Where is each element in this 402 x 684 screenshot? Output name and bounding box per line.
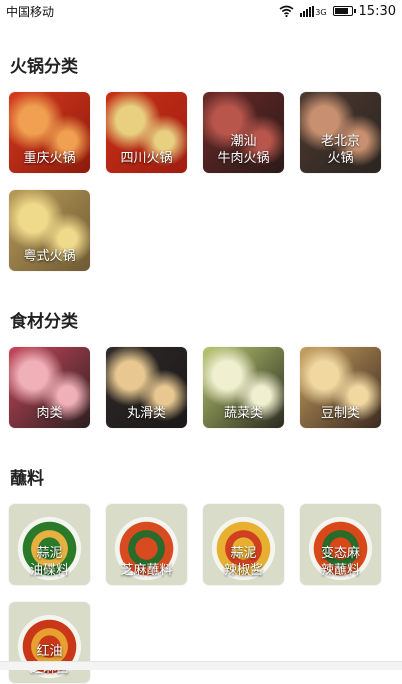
hotpot-label: 潮汕 牛肉火锅: [217, 134, 270, 166]
hotpot-grid: 重庆火锅 四川火锅 潮汕 牛肉火锅 老北京 火锅粤式火锅: [9, 92, 389, 272]
section-title-sauce: 蘸料: [10, 469, 44, 489]
sauce-tile[interactable]: 蒜泥 辣椒酱: [203, 504, 284, 585]
ingredient-tile[interactable]: 丸滑类: [106, 347, 187, 428]
hotpot-tile[interactable]: 潮汕 牛肉火锅: [203, 92, 284, 173]
wifi-icon: [279, 5, 294, 17]
hotpot-tile[interactable]: 老北京 火锅: [300, 92, 381, 173]
sauce-label: 变态麻 辣蘸料: [320, 546, 360, 578]
sauce-grid: 蒜泥 油碟料芝麻蘸料 蒜泥 辣椒酱 变态麻 辣蘸料红油 芝麻酱: [9, 504, 389, 684]
sauce-tile[interactable]: 变态麻 辣蘸料: [300, 504, 381, 585]
hotpot-label: 重庆火锅: [23, 151, 76, 166]
signal-icon: [300, 6, 315, 17]
sauce-label: 芝麻蘸料: [120, 563, 173, 578]
ingredient-tile[interactable]: 豆制类: [300, 347, 381, 428]
sauce-tile[interactable]: 红油 芝麻酱: [9, 602, 90, 683]
sauce-tile[interactable]: 蒜泥 油碟料: [9, 504, 90, 585]
ingredient-label: 肉类: [36, 406, 63, 421]
sauce-tile[interactable]: 芝麻蘸料: [106, 504, 187, 585]
sauce-label: 蒜泥 油碟料: [29, 546, 69, 578]
section-title-ingredients: 食材分类: [10, 312, 78, 332]
carrier-label: 中国移动: [6, 4, 55, 19]
clock: 15:30: [358, 3, 396, 19]
ingredients-grid: 肉类 丸滑类 蔬菜类 豆制类: [9, 347, 389, 429]
ingredient-tile[interactable]: 蔬菜类: [203, 347, 284, 428]
hotpot-label: 老北京 火锅: [320, 134, 360, 166]
hotpot-tile[interactable]: 粤式火锅: [9, 190, 90, 271]
ingredient-label: 蔬菜类: [223, 406, 263, 421]
sauce-label: 红油 芝麻酱: [30, 644, 69, 676]
battery-icon: [332, 6, 356, 16]
hotpot-label: 粤式火锅: [23, 249, 76, 264]
hotpot-label: 四川火锅: [120, 151, 173, 166]
hotpot-tile[interactable]: 四川火锅: [106, 92, 187, 173]
ingredient-label: 丸滑类: [126, 406, 166, 421]
network-type: 3G: [315, 8, 327, 17]
status-icons: 3G 15:30: [279, 4, 396, 19]
cell-signal: 3G: [300, 5, 327, 17]
bottom-bar: [0, 661, 402, 670]
hotpot-tile[interactable]: 重庆火锅: [9, 92, 90, 173]
status-bar: 中国移动 3G 15:30: [0, 0, 402, 22]
ingredient-label: 豆制类: [320, 406, 360, 421]
sauce-label: 蒜泥 辣椒酱: [223, 546, 263, 578]
section-title-hotpot: 火锅分类: [10, 57, 78, 77]
ingredient-tile[interactable]: 肉类: [9, 347, 90, 428]
